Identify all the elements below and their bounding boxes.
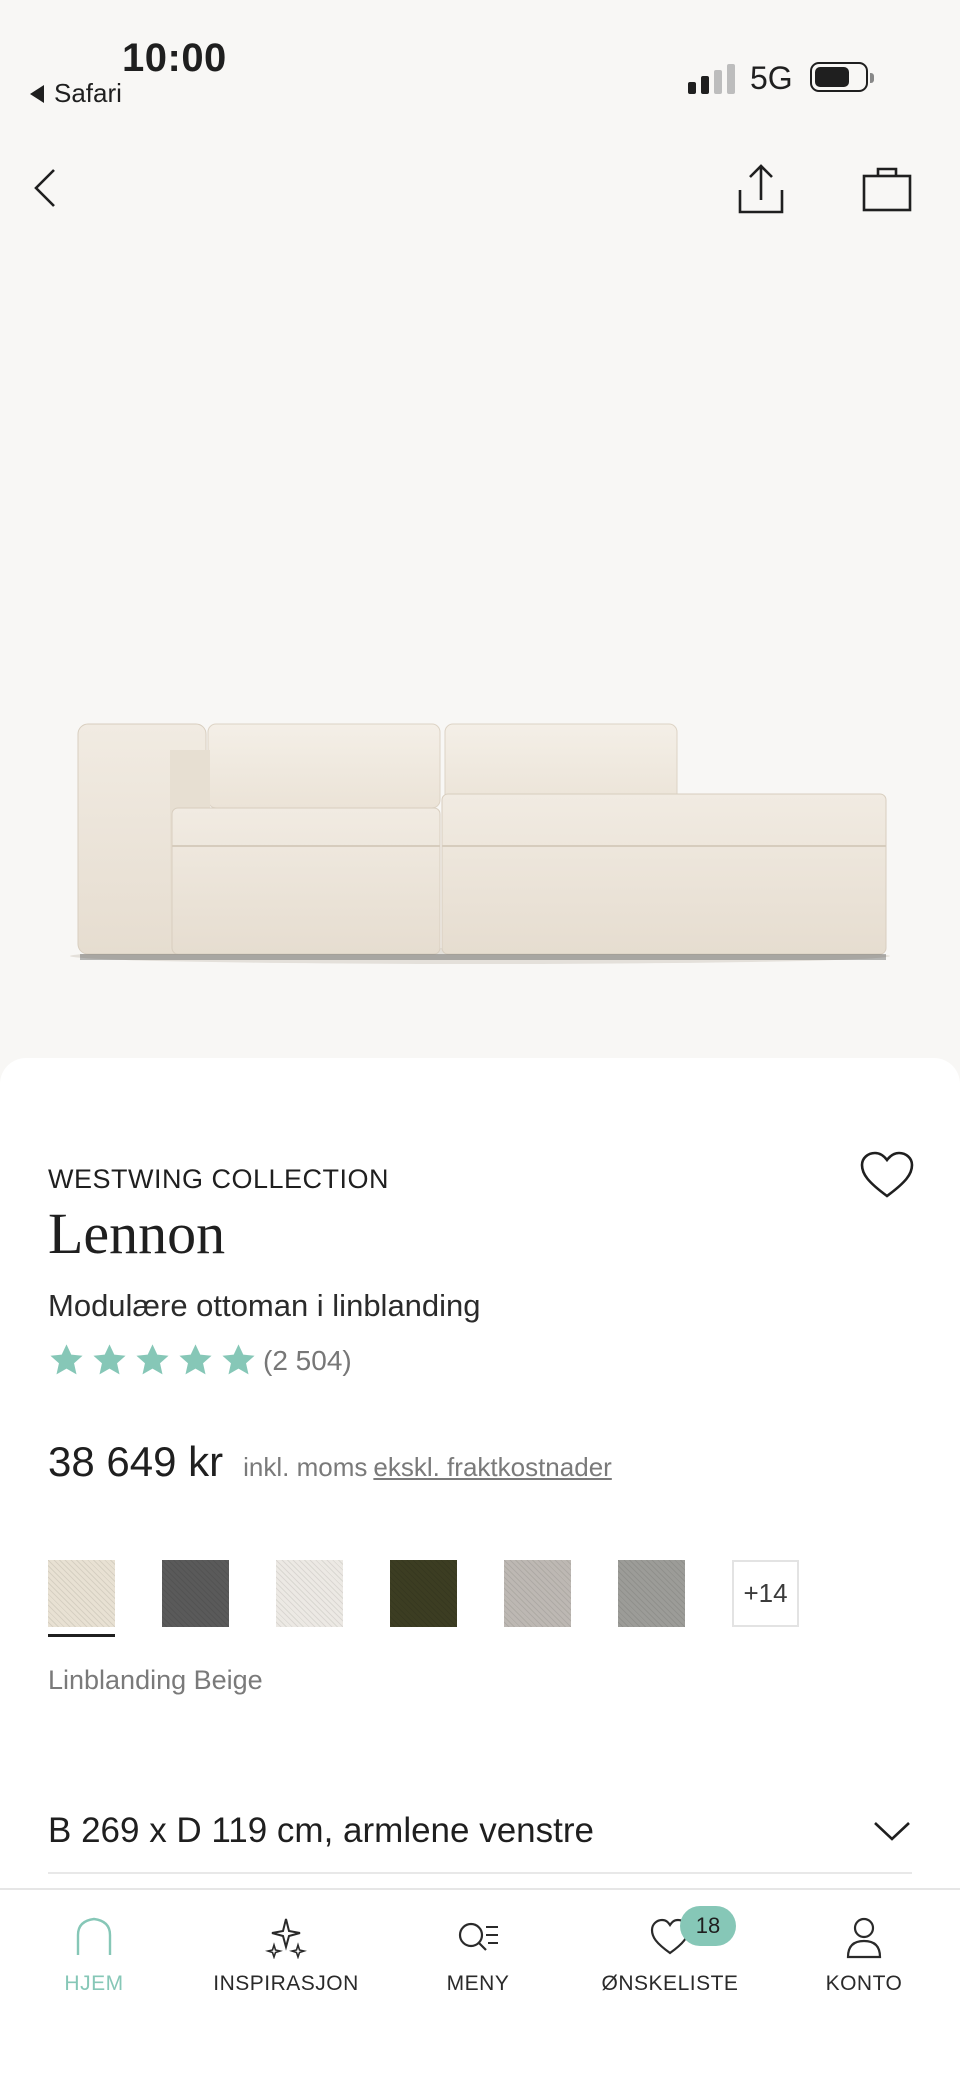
share-icon bbox=[738, 164, 784, 214]
search-menu-icon bbox=[458, 1922, 498, 1951]
star-icon bbox=[50, 1344, 83, 1375]
status-bar: 10:00 Safari 5G bbox=[0, 0, 960, 120]
dimension-value: B 269 x D 119 cm, armlene venstre bbox=[48, 1811, 594, 1850]
tab-wishlist-label: ØNSKELISTE bbox=[601, 1972, 739, 1995]
back-button[interactable] bbox=[22, 160, 70, 216]
brand-name[interactable]: WESTWING COLLECTION bbox=[48, 1164, 389, 1195]
star-icon bbox=[93, 1344, 126, 1375]
back-to-app[interactable]: Safari bbox=[30, 78, 122, 109]
share-button[interactable] bbox=[730, 160, 792, 220]
tab-account-label: KONTO bbox=[825, 1972, 903, 1995]
chevron-down-icon bbox=[874, 1822, 910, 1841]
price-row: 38 649 kr inkl. moms ekskl. fraktkostnad… bbox=[48, 1438, 612, 1486]
selected-color-label: Linblanding Beige bbox=[48, 1665, 263, 1695]
product-page: 10:00 Safari 5G WESTWING COLLECTION Lenn… bbox=[0, 0, 960, 2087]
bottom-tab-bar: HJEM INSPIRASJON MENY 18 ØNSKELISTE KONT… bbox=[0, 1888, 960, 2087]
vat-note: inkl. moms bbox=[243, 1452, 368, 1482]
star-icon bbox=[136, 1344, 169, 1375]
more-swatches-button[interactable]: +14 bbox=[732, 1560, 799, 1627]
tab-menu[interactable]: MENY bbox=[388, 1914, 568, 2014]
shopping-bag-icon bbox=[862, 167, 912, 212]
tab-home-label: HJEM bbox=[64, 1972, 124, 1995]
cart-button[interactable] bbox=[856, 160, 918, 220]
chevron-left-icon bbox=[34, 169, 55, 207]
swatch-1[interactable] bbox=[48, 1560, 115, 1637]
dimension-selector[interactable]: B 269 x D 119 cm, armlene venstre bbox=[48, 1790, 912, 1874]
tab-menu-label: MENY bbox=[446, 1972, 510, 1995]
swatch-2[interactable] bbox=[162, 1560, 229, 1627]
status-time: 10:00 bbox=[122, 36, 227, 80]
swatch-6[interactable] bbox=[618, 1560, 685, 1627]
tab-home[interactable]: HJEM bbox=[4, 1914, 184, 2014]
wishlist-count-badge: 18 bbox=[680, 1906, 736, 1946]
star-icon bbox=[222, 1344, 255, 1375]
product-image[interactable] bbox=[60, 700, 900, 970]
color-swatches: +14 bbox=[48, 1560, 799, 1637]
back-triangle-icon bbox=[30, 84, 44, 103]
tab-inspiration-label: INSPIRASJON bbox=[213, 1972, 359, 1995]
back-app-label: Safari bbox=[54, 78, 122, 108]
swatch-3[interactable] bbox=[276, 1560, 343, 1627]
tab-wishlist[interactable]: 18 ØNSKELISTE bbox=[580, 1906, 760, 2014]
swatch-5[interactable] bbox=[504, 1560, 571, 1627]
tab-account[interactable]: KONTO bbox=[774, 1914, 954, 2014]
sparkle-icon bbox=[265, 1918, 307, 1959]
heart-icon bbox=[860, 1151, 914, 1198]
tab-inspiration[interactable]: INSPIRASJON bbox=[196, 1914, 376, 2014]
star-icon bbox=[179, 1344, 212, 1375]
wishlist-button[interactable] bbox=[858, 1150, 916, 1202]
price: 38 649 kr bbox=[48, 1438, 224, 1485]
product-subtitle: Modulære ottoman i linblanding bbox=[48, 1288, 481, 1323]
battery-icon bbox=[810, 62, 874, 92]
rating-count: (2 504) bbox=[263, 1344, 352, 1376]
user-icon bbox=[846, 1917, 882, 1959]
swatch-4[interactable] bbox=[390, 1560, 457, 1627]
rating[interactable]: (2 504) bbox=[48, 1342, 352, 1379]
shipping-link[interactable]: ekskl. fraktkostnader bbox=[373, 1452, 611, 1483]
home-icon bbox=[76, 1917, 112, 1955]
product-name: Lennon bbox=[48, 1201, 226, 1266]
signal-icon bbox=[688, 62, 735, 94]
rating-stars bbox=[48, 1342, 257, 1379]
network-label: 5G bbox=[750, 60, 793, 96]
